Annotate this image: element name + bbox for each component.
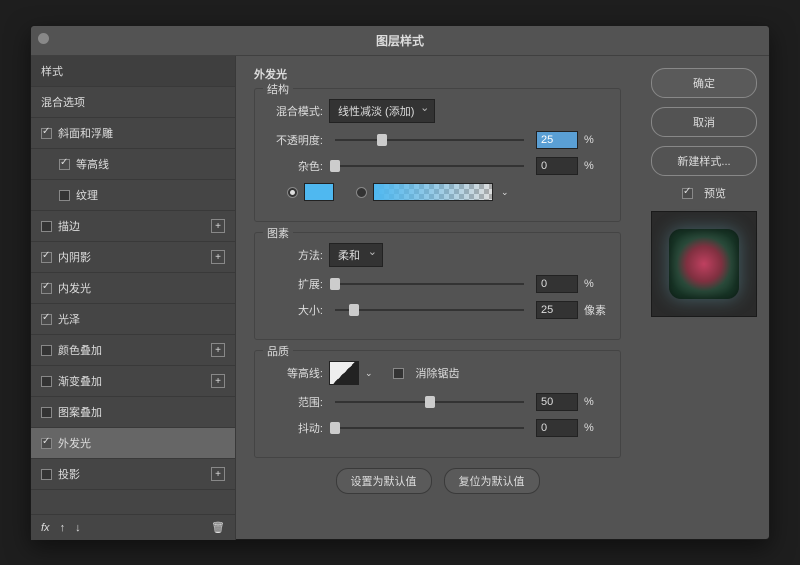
size-label: 大小: (267, 302, 323, 318)
color-radio[interactable] (287, 187, 298, 198)
structure-group: 结构 混合模式: 线性减淡 (添加) 不透明度: 25 % 杂色: 0 % (254, 88, 621, 222)
add-stroke-icon[interactable]: + (211, 219, 225, 233)
checkbox-inner-shadow[interactable] (41, 252, 52, 263)
sidebar-item-inner-shadow[interactable]: 内阴影+ (31, 242, 235, 273)
noise-slider[interactable] (335, 159, 524, 173)
new-style-button[interactable]: 新建样式... (651, 146, 757, 176)
range-label: 范围: (267, 394, 323, 410)
settings-panel: 外发光 结构 混合模式: 线性减淡 (添加) 不透明度: 25 % 杂色: 0 (236, 56, 639, 540)
technique-label: 方法: (267, 247, 323, 263)
spread-input[interactable]: 0 (536, 275, 578, 293)
opacity-input[interactable]: 25 (536, 131, 578, 149)
checkbox-color-overlay[interactable] (41, 345, 52, 356)
checkbox-inner-glow[interactable] (41, 283, 52, 294)
size-slider[interactable] (335, 303, 524, 317)
elements-group: 图素 方法: 柔和 扩展: 0 % 大小: 25 像素 (254, 232, 621, 340)
trash-icon[interactable]: 🗑 (211, 521, 225, 534)
gradient-dropdown-icon[interactable]: ⌄ (501, 187, 509, 198)
checkbox-outer-glow[interactable] (41, 438, 52, 449)
close-button[interactable] (38, 33, 49, 44)
checkbox-drop-shadow[interactable] (41, 469, 52, 480)
dialog-title: 图层样式 (31, 26, 769, 56)
checkbox-preview[interactable] (682, 188, 693, 199)
set-default-button[interactable]: 设置为默认值 (336, 468, 432, 494)
cancel-button[interactable]: 取消 (651, 107, 757, 137)
checkbox-texture[interactable] (59, 190, 70, 201)
add-drop-shadow-icon[interactable]: + (211, 467, 225, 481)
action-panel: 确定 取消 新建样式... 预览 (639, 56, 769, 540)
opacity-slider[interactable] (335, 133, 524, 147)
sidebar-item-satin[interactable]: 光泽 (31, 304, 235, 335)
add-color-overlay-icon[interactable]: + (211, 343, 225, 357)
contour-label: 等高线: (267, 365, 323, 381)
noise-input[interactable]: 0 (536, 157, 578, 175)
sidebar-item-stroke[interactable]: 描边+ (31, 211, 235, 242)
sidebar-item-drop-shadow[interactable]: 投影+ (31, 459, 235, 490)
blend-mode-label: 混合模式: (267, 103, 323, 119)
technique-select[interactable]: 柔和 (329, 243, 383, 267)
checkbox-antialias[interactable] (393, 368, 404, 379)
quality-group: 品质 等高线: ⌄ 消除锯齿 范围: 50 % 抖动: (254, 350, 621, 458)
styles-sidebar: 样式 混合选项 斜面和浮雕 等高线 纹理 描边+ 内阴影+ 内发光 光泽 颜色叠… (31, 56, 236, 540)
checkbox-bevel[interactable] (41, 128, 52, 139)
move-up-icon[interactable]: ↑ (60, 522, 66, 534)
preview-thumbnail (651, 211, 757, 317)
spread-label: 扩展: (267, 276, 323, 292)
checkbox-contour[interactable] (59, 159, 70, 170)
add-inner-shadow-icon[interactable]: + (211, 250, 225, 264)
color-swatch[interactable] (304, 183, 334, 201)
jitter-label: 抖动: (267, 420, 323, 436)
sidebar-item-texture[interactable]: 纹理 (31, 180, 235, 211)
noise-label: 杂色: (267, 158, 323, 174)
checkbox-satin[interactable] (41, 314, 52, 325)
gradient-picker[interactable] (373, 183, 493, 201)
sidebar-item-styles[interactable]: 样式 (31, 56, 235, 87)
fx-menu-icon[interactable]: fx (41, 522, 50, 534)
spread-slider[interactable] (335, 277, 524, 291)
sidebar-item-blending-options[interactable]: 混合选项 (31, 87, 235, 118)
move-down-icon[interactable]: ↓ (75, 522, 81, 534)
sidebar-item-bevel[interactable]: 斜面和浮雕 (31, 118, 235, 149)
checkbox-gradient-overlay[interactable] (41, 376, 52, 387)
preview-shape (669, 229, 739, 299)
ok-button[interactable]: 确定 (651, 68, 757, 98)
sidebar-item-color-overlay[interactable]: 颜色叠加+ (31, 335, 235, 366)
gradient-radio[interactable] (356, 187, 367, 198)
contour-picker[interactable] (329, 361, 359, 385)
sidebar-item-contour[interactable]: 等高线 (31, 149, 235, 180)
jitter-slider[interactable] (335, 421, 524, 435)
jitter-input[interactable]: 0 (536, 419, 578, 437)
sidebar-item-inner-glow[interactable]: 内发光 (31, 273, 235, 304)
checkbox-pattern-overlay[interactable] (41, 407, 52, 418)
size-input[interactable]: 25 (536, 301, 578, 319)
add-gradient-overlay-icon[interactable]: + (211, 374, 225, 388)
layer-style-dialog: 图层样式 样式 混合选项 斜面和浮雕 等高线 纹理 描边+ 内阴影+ 内发光 光… (30, 25, 770, 540)
opacity-label: 不透明度: (267, 132, 323, 148)
range-slider[interactable] (335, 395, 524, 409)
sidebar-footer: fx ↑ ↓ 🗑 (31, 514, 235, 540)
sidebar-item-pattern-overlay[interactable]: 图案叠加 (31, 397, 235, 428)
checkbox-stroke[interactable] (41, 221, 52, 232)
contour-dropdown-icon[interactable]: ⌄ (365, 368, 373, 379)
blend-mode-select[interactable]: 线性减淡 (添加) (329, 99, 435, 123)
section-title: 外发光 (254, 66, 621, 82)
reset-default-button[interactable]: 复位为默认值 (444, 468, 540, 494)
range-input[interactable]: 50 (536, 393, 578, 411)
sidebar-item-outer-glow[interactable]: 外发光 (31, 428, 235, 459)
sidebar-item-gradient-overlay[interactable]: 渐变叠加+ (31, 366, 235, 397)
